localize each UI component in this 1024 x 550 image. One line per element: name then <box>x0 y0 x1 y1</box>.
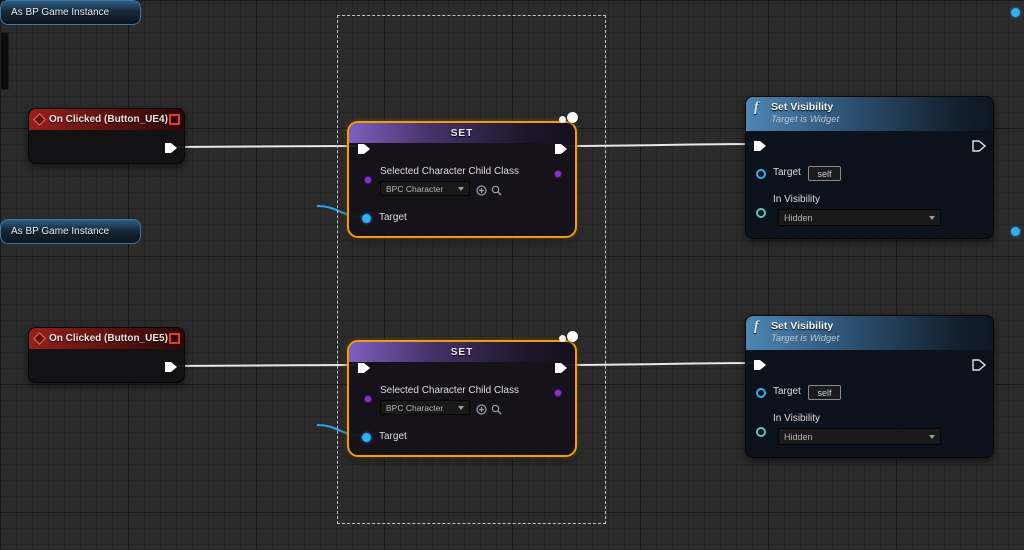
in-visibility-pin-label: In Visibility <box>773 194 820 205</box>
function-node-subtitle: Target is Widget <box>771 333 839 344</box>
offscreen-node[interactable] <box>0 32 9 90</box>
chevron-down-icon <box>458 406 464 410</box>
target-in-pin[interactable] <box>362 433 371 442</box>
chevron-down-icon <box>929 435 935 439</box>
target-pin-label: Target <box>773 167 801 178</box>
event-icon <box>33 113 46 126</box>
event-node-header: On Clicked (Button_UE5) <box>29 328 184 349</box>
exec-in-pin[interactable] <box>753 139 767 151</box>
wire-layer <box>0 0 1024 550</box>
class-in-pin[interactable] <box>364 395 372 403</box>
target-pin-label: Target <box>773 386 801 397</box>
function-f-icon: f <box>754 100 759 116</box>
event-node-title: On Clicked (Button_UE4) <box>49 114 168 125</box>
self-default-value: self <box>808 385 841 400</box>
visibility-enum-pin[interactable] <box>756 208 766 218</box>
chevron-down-icon <box>458 187 464 191</box>
variable-getter-label: As BP Game Instance <box>11 226 109 237</box>
function-node-title: Set Visibility <box>771 101 833 113</box>
variable-getter-node[interactable]: As BP Game Instance <box>0 0 141 25</box>
function-node-header: f Set Visibility Target is Widget <box>746 97 993 131</box>
event-node-onclicked[interactable]: On Clicked (Button_UE4) <box>28 108 185 164</box>
class-select-dropdown[interactable]: BPC Character <box>380 400 470 415</box>
set-visibility-node[interactable]: f Set Visibility Target is Widget Target… <box>745 315 994 458</box>
class-select-value: BPC Character <box>386 184 443 194</box>
set-variable-node[interactable]: SET Selected Character Child Class BPC C… <box>347 121 577 238</box>
use-selected-icon[interactable] <box>476 402 487 413</box>
chevron-down-icon <box>929 216 935 220</box>
visibility-select-value: Hidden <box>784 432 813 442</box>
exec-out-pin[interactable] <box>554 142 568 154</box>
delegate-pin[interactable] <box>169 114 180 125</box>
exec-out-pin[interactable] <box>164 360 178 372</box>
browse-search-icon[interactable] <box>491 402 502 413</box>
event-node-header: On Clicked (Button_UE4) <box>29 109 184 130</box>
browse-search-icon[interactable] <box>491 183 502 194</box>
visibility-select-dropdown[interactable]: Hidden <box>778 428 941 445</box>
exec-out-pin[interactable] <box>164 141 178 153</box>
comment-bubble-icon[interactable] <box>559 112 578 123</box>
in-visibility-pin-label: In Visibility <box>773 413 820 424</box>
exec-out-pin[interactable] <box>972 358 986 370</box>
object-out-pin[interactable] <box>1011 227 1020 236</box>
function-node-title: Set Visibility <box>771 320 833 332</box>
use-selected-icon[interactable] <box>476 183 487 194</box>
target-in-pin[interactable] <box>756 388 766 398</box>
class-select-value: BPC Character <box>386 403 443 413</box>
exec-wire[interactable] <box>171 146 357 147</box>
function-f-icon: f <box>754 319 759 335</box>
property-pin-label: Selected Character Child Class <box>380 166 519 177</box>
exec-wire[interactable] <box>560 144 759 146</box>
target-pin-label: Target <box>379 212 407 223</box>
exec-out-pin[interactable] <box>554 361 568 373</box>
class-out-pin[interactable] <box>554 389 562 397</box>
exec-out-pin[interactable] <box>972 139 986 151</box>
event-icon <box>33 332 46 345</box>
target-pin-label: Target <box>379 431 407 442</box>
set-node-header: SET <box>349 342 575 362</box>
event-node-title: On Clicked (Button_UE5) <box>49 333 168 344</box>
exec-wire[interactable] <box>560 363 759 365</box>
comment-bubble-icon[interactable] <box>559 331 578 342</box>
visibility-select-value: Hidden <box>784 213 813 223</box>
visibility-select-dropdown[interactable]: Hidden <box>778 209 941 226</box>
target-in-pin[interactable] <box>756 169 766 179</box>
variable-getter-label: As BP Game Instance <box>11 7 109 18</box>
function-node-header: f Set Visibility Target is Widget <box>746 316 993 350</box>
variable-getter-node[interactable]: As BP Game Instance <box>0 219 141 244</box>
exec-in-pin[interactable] <box>753 358 767 370</box>
visibility-enum-pin[interactable] <box>756 427 766 437</box>
target-in-pin[interactable] <box>362 214 371 223</box>
blueprint-graph-canvas[interactable]: On Clicked (Button_UE4) As BP Game Insta… <box>0 0 1024 550</box>
event-node-onclicked[interactable]: On Clicked (Button_UE5) <box>28 327 185 383</box>
set-visibility-node[interactable]: f Set Visibility Target is Widget Target… <box>745 96 994 239</box>
delegate-pin[interactable] <box>169 333 180 344</box>
class-in-pin[interactable] <box>364 176 372 184</box>
class-select-dropdown[interactable]: BPC Character <box>380 181 470 196</box>
property-pin-label: Selected Character Child Class <box>380 385 519 396</box>
exec-wire[interactable] <box>171 365 357 366</box>
set-node-title: SET <box>451 347 473 358</box>
set-variable-node[interactable]: SET Selected Character Child Class BPC C… <box>347 340 577 457</box>
self-default-value: self <box>808 166 841 181</box>
set-node-header: SET <box>349 123 575 143</box>
function-node-subtitle: Target is Widget <box>771 114 839 125</box>
set-node-title: SET <box>451 128 473 139</box>
exec-in-pin[interactable] <box>357 361 371 373</box>
class-out-pin[interactable] <box>554 170 562 178</box>
exec-in-pin[interactable] <box>357 142 371 154</box>
object-out-pin[interactable] <box>1011 8 1020 17</box>
